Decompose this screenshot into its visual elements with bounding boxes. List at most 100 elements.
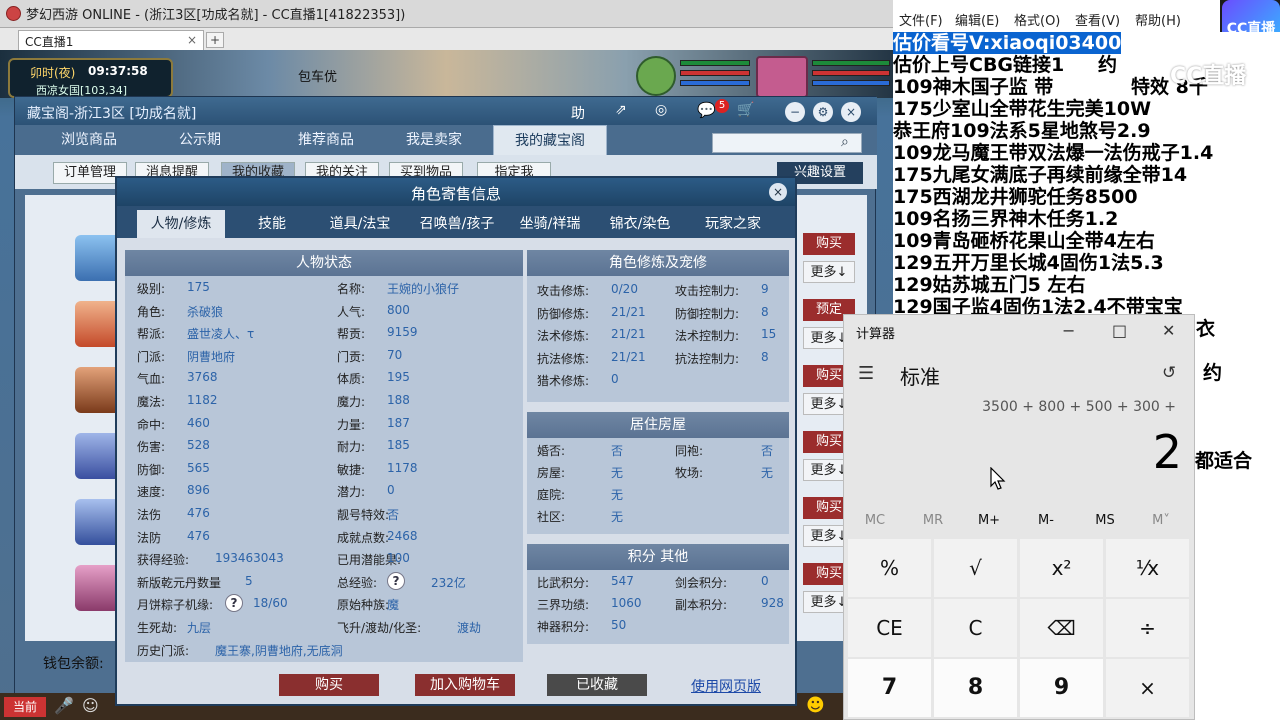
- calc-minimize-icon[interactable]: −: [1062, 321, 1075, 340]
- mem-list-button[interactable]: M˅: [1136, 513, 1186, 528]
- help-icon[interactable]: ?: [387, 571, 405, 590]
- calc-key[interactable]: ×: [1106, 659, 1189, 717]
- status-section: 人物状态 级别: 175 角色: 杀破狼 帮派: 盛世凌人、τ 门派: 阴曹地府 气血: 3768…: [125, 250, 523, 662]
- tab-cc-live[interactable]: CC直播1 ×: [18, 30, 204, 50]
- cc-watermark: CC直播: [1170, 64, 1247, 89]
- calc-key[interactable]: ÷: [1106, 599, 1189, 657]
- row-label: 三界功绩:: [537, 598, 590, 612]
- mem-add-button[interactable]: M+: [964, 513, 1014, 528]
- friend-icon[interactable]: ☻: [806, 695, 825, 716]
- notepad-line: 109神木国子监 带: [893, 76, 1054, 98]
- player-portrait[interactable]: [756, 56, 808, 98]
- calc-key[interactable]: C: [934, 599, 1017, 657]
- stat-label: 帮派:: [137, 327, 166, 342]
- row-value: 否: [611, 444, 624, 458]
- cbg-search-input[interactable]: [712, 133, 862, 153]
- list-buy-button[interactable]: 购买: [803, 233, 855, 255]
- menu-format[interactable]: 格式(O): [1014, 10, 1060, 29]
- pet-portrait[interactable]: [636, 56, 676, 96]
- cart-icon[interactable]: 🛒: [737, 102, 754, 118]
- notepad-line: 129五开万里长城4固伤1法5.3: [893, 252, 1164, 274]
- stat-label: 帮贡:: [337, 327, 366, 342]
- close-icon[interactable]: ×: [841, 102, 861, 122]
- nav-my-cbg[interactable]: 我的藏宝阁: [493, 125, 607, 155]
- history-icon[interactable]: ↺: [1162, 363, 1176, 383]
- stat-value: 魔王寨,阴曹地府,无底洞: [215, 643, 343, 658]
- cultivation-title: 角色修炼及宠修: [527, 250, 789, 276]
- calc-close-icon[interactable]: ✕: [1162, 321, 1175, 340]
- stat-value: 476: [187, 506, 210, 520]
- pet-mp-bar: [680, 70, 750, 76]
- mem-store-button[interactable]: MS: [1080, 513, 1130, 528]
- stat-label: 人气:: [337, 304, 366, 319]
- mem-subtract-button[interactable]: M-: [1021, 513, 1071, 528]
- stat-value: 896: [187, 483, 210, 498]
- help-icon[interactable]: ?: [225, 594, 243, 613]
- share-icon[interactable]: ⇗: [615, 102, 627, 118]
- mic-icon[interactable]: 🎤: [54, 696, 74, 715]
- tab-pets[interactable]: 召唤兽/孩子: [409, 210, 505, 238]
- settings-icon[interactable]: ◎: [655, 102, 667, 118]
- nav-browse[interactable]: 浏览商品: [45, 125, 133, 155]
- gear-icon[interactable]: ⚙: [813, 102, 833, 122]
- stat-label: 成就点数:: [337, 530, 390, 545]
- player-hp-bar: [812, 60, 890, 66]
- row-label: 牧场:: [675, 466, 704, 480]
- search-icon[interactable]: ⌕: [841, 134, 849, 150]
- pet-exp-bar: [680, 80, 750, 86]
- stat-label: 门派:: [137, 349, 166, 364]
- popup-buy-button[interactable]: 购买: [279, 674, 379, 696]
- menu-edit[interactable]: 编辑(E): [955, 10, 999, 29]
- game-window-title: 梦幻西游 ONLINE - (浙江3区[功成名就] - CC直播1[418223…: [26, 8, 406, 23]
- stat-label: 名称:: [337, 282, 366, 296]
- mem-clear-button[interactable]: MC: [850, 513, 900, 528]
- tab-items[interactable]: 道具/法宝: [321, 210, 399, 238]
- use-web-link[interactable]: 使用网页版: [691, 676, 761, 696]
- hamburger-menu-icon[interactable]: ☰: [858, 363, 874, 384]
- tab-character[interactable]: 人物/修炼: [137, 210, 225, 238]
- calc-key[interactable]: 7: [848, 659, 931, 717]
- stat-label: 新版乾元丹数量: [137, 575, 222, 590]
- menu-help[interactable]: 帮助(H): [1135, 10, 1181, 29]
- game-logo-icon: [6, 6, 21, 21]
- stat-value: 188: [387, 393, 410, 407]
- tab-skills[interactable]: 技能: [237, 210, 307, 238]
- nav-seller[interactable]: 我是卖家: [389, 125, 479, 155]
- favorited-button[interactable]: 已收藏: [547, 674, 647, 696]
- mem-recall-button[interactable]: MR: [908, 513, 958, 528]
- calc-key[interactable]: √: [934, 539, 1017, 597]
- emoji-icon[interactable]: ☺: [82, 696, 99, 715]
- list-more-button[interactable]: 更多↓: [803, 261, 855, 283]
- calc-key[interactable]: ⌫: [1020, 599, 1103, 657]
- calc-key[interactable]: %: [848, 539, 931, 597]
- calc-key[interactable]: ⅟x: [1106, 539, 1189, 597]
- help-button[interactable]: 助: [571, 103, 585, 123]
- nav-public[interactable]: 公示期: [165, 125, 235, 155]
- tab-mounts[interactable]: 坐骑/祥瑞: [511, 210, 589, 238]
- row-label: 攻击控制力:: [675, 284, 740, 298]
- stat-value: 195: [387, 370, 410, 385]
- calc-key[interactable]: 9: [1020, 659, 1103, 717]
- row-value: 无: [761, 466, 774, 480]
- row-value: 无: [611, 510, 624, 524]
- popup-close-icon[interactable]: ×: [769, 183, 787, 201]
- calc-key[interactable]: 8: [934, 659, 1017, 717]
- row-value: 0: [611, 372, 619, 387]
- tab-home[interactable]: 玩家之家: [693, 210, 773, 238]
- status-title: 人物状态: [125, 250, 523, 276]
- taskbar-chat-channel[interactable]: 当前: [4, 697, 46, 717]
- menu-view[interactable]: 查看(V): [1075, 10, 1120, 29]
- new-tab-button[interactable]: +: [206, 32, 224, 48]
- message-icon[interactable]: 💬: [697, 101, 716, 119]
- calc-maximize-icon[interactable]: □: [1112, 321, 1127, 340]
- row-label: 同袍:: [675, 444, 704, 458]
- nav-recommend[interactable]: 推荐商品: [267, 125, 385, 155]
- tab-close-icon[interactable]: ×: [187, 33, 197, 47]
- add-to-cart-button[interactable]: 加入购物车: [415, 674, 515, 696]
- minimize-icon[interactable]: −: [785, 102, 805, 122]
- calc-key[interactable]: CE: [848, 599, 931, 657]
- tab-outfits[interactable]: 锦衣/染色: [601, 210, 679, 238]
- stat-label: 靓号特效:: [337, 508, 390, 522]
- calc-key[interactable]: x²: [1020, 539, 1103, 597]
- menu-file[interactable]: 文件(F): [899, 10, 943, 29]
